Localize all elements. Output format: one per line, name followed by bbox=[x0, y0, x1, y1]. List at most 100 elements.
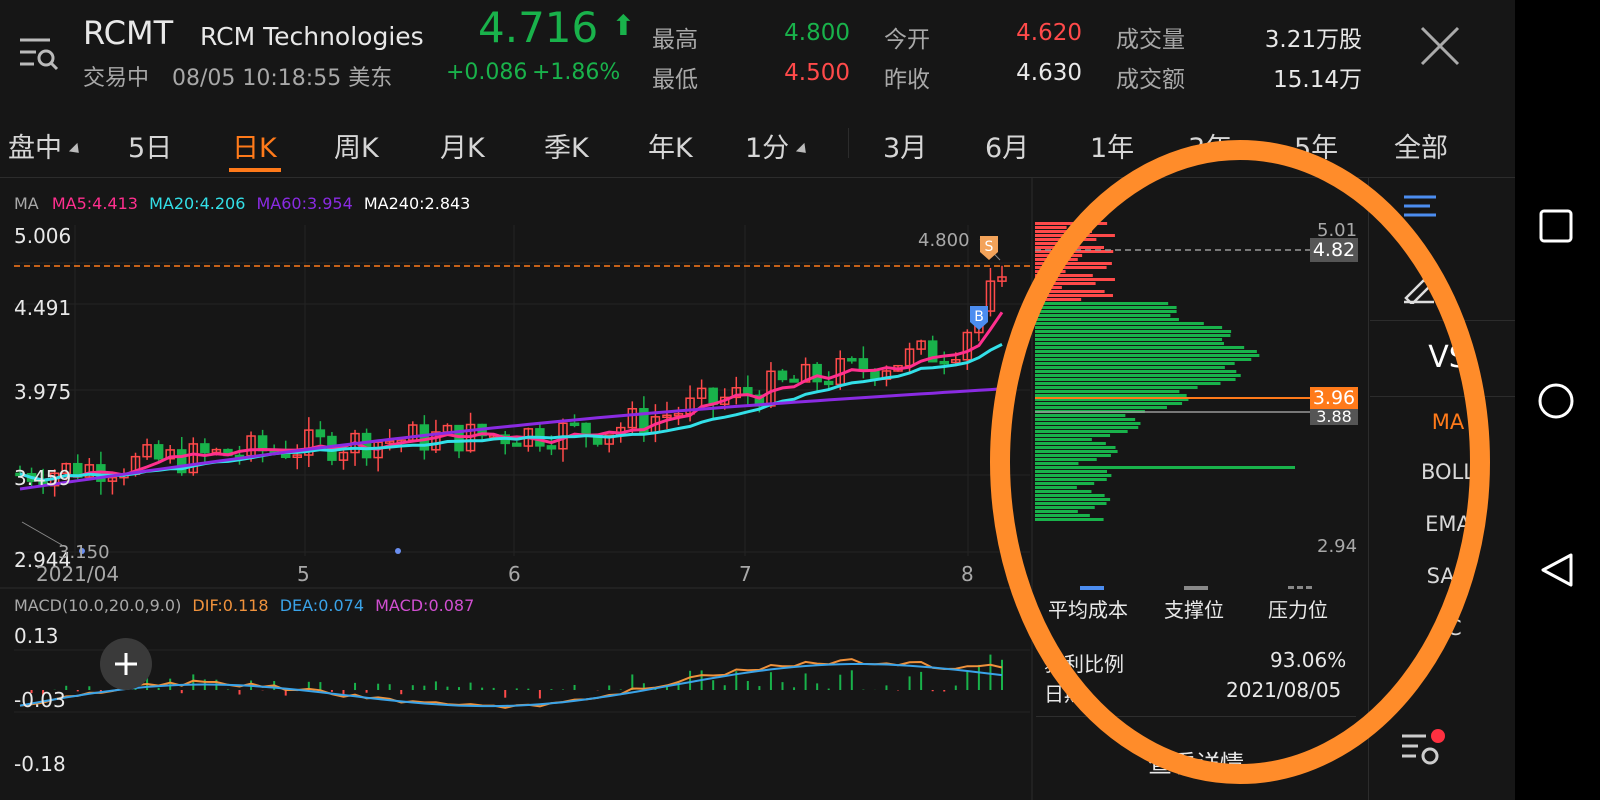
view-details-link[interactable]: 查看详情 bbox=[1148, 744, 1244, 779]
chip-bar bbox=[1035, 490, 1092, 493]
candle-body bbox=[512, 442, 522, 447]
chip-bar bbox=[1035, 358, 1252, 361]
event-dot bbox=[395, 548, 401, 554]
draw-pen-icon[interactable] bbox=[1402, 270, 1436, 306]
chip-bar bbox=[1035, 242, 1061, 245]
chip-bar bbox=[1035, 442, 1106, 445]
sidebar-item-ema[interactable]: EMA bbox=[1390, 512, 1506, 536]
chip-bar bbox=[1035, 238, 1097, 241]
macd-legend: MACD(10.0,20.0,9.0) DIF:0.118 DEA:0.074 … bbox=[14, 596, 474, 615]
list-style-icon[interactable] bbox=[1402, 192, 1438, 222]
chip-bar bbox=[1035, 446, 1116, 449]
chip-bar bbox=[1035, 422, 1141, 425]
ma240-legend: MA240:2.843 bbox=[363, 194, 471, 213]
ma-legend-label: MA bbox=[14, 194, 39, 213]
stock-app: RCMT RCM Technologies 交易中 08/05 10:18:55… bbox=[0, 0, 1515, 800]
macd-params: MACD(10.0,20.0,9.0) bbox=[14, 596, 182, 615]
chip-bar bbox=[1035, 310, 1177, 313]
chip-bar bbox=[1035, 406, 1167, 409]
candle-body bbox=[546, 445, 557, 450]
chip-bar bbox=[1035, 326, 1223, 329]
chips-legend-support-swatch bbox=[1184, 586, 1208, 590]
recents-icon[interactable] bbox=[1539, 209, 1573, 243]
sell-marker[interactable]: S bbox=[978, 234, 1000, 262]
chip-bar bbox=[1035, 342, 1224, 345]
chip-bar bbox=[1035, 318, 1179, 321]
chip-bar bbox=[1035, 266, 1107, 269]
chip-bar bbox=[1035, 462, 1079, 465]
date-axis-0: 2021/04 bbox=[36, 562, 120, 586]
pressure-price-tag: 4.82 bbox=[1310, 238, 1358, 262]
price-axis-3: 3.459 bbox=[14, 466, 72, 490]
chip-bar bbox=[1035, 394, 1187, 397]
chip-bar bbox=[1035, 514, 1090, 517]
dif-line bbox=[19, 658, 1003, 709]
chip-bar bbox=[1035, 230, 1092, 233]
candle-body bbox=[569, 422, 580, 427]
sidebar-item-kc[interactable]: KC bbox=[1390, 616, 1506, 640]
chip-bar bbox=[1035, 366, 1225, 369]
chip-bar bbox=[1035, 494, 1105, 497]
support-price-tag: 3.88 bbox=[1310, 409, 1358, 425]
chip-bar bbox=[1035, 438, 1092, 441]
macd-axis-0: 0.13 bbox=[14, 624, 59, 648]
chips-detail-divider bbox=[1036, 716, 1356, 717]
chip-bar bbox=[1035, 450, 1118, 453]
chip-bar bbox=[1035, 246, 1105, 249]
chip-bar bbox=[1035, 234, 1115, 237]
sidebar-item-sar[interactable]: SAR bbox=[1390, 564, 1506, 588]
chip-bar bbox=[1035, 226, 1067, 229]
sidebar-item-ma[interactable]: MA bbox=[1390, 410, 1506, 434]
buy-marker-text: B bbox=[974, 309, 984, 325]
home-icon[interactable] bbox=[1537, 382, 1575, 420]
date-axis-4: 8 bbox=[961, 562, 974, 586]
chip-bar bbox=[1035, 382, 1221, 385]
chip-bar bbox=[1035, 338, 1223, 341]
add-indicator-button[interactable] bbox=[100, 638, 152, 690]
chip-bar bbox=[1035, 270, 1066, 273]
candle-body bbox=[315, 429, 326, 438]
profit-ratio-label: 获利比例 bbox=[1044, 652, 1124, 676]
macd-value-legend: MACD:0.087 bbox=[375, 596, 475, 615]
sidebar-item-vs[interactable]: VS bbox=[1390, 340, 1506, 375]
chip-bar bbox=[1035, 294, 1113, 297]
candle-body bbox=[153, 444, 164, 460]
date-axis-1: 5 bbox=[297, 562, 310, 586]
chip-bar bbox=[1035, 362, 1235, 365]
chip-bar bbox=[1035, 354, 1260, 357]
chip-bar bbox=[1035, 346, 1245, 349]
dea-line bbox=[19, 663, 1003, 708]
chip-bar bbox=[1035, 470, 1107, 473]
chip-bar bbox=[1035, 258, 1078, 261]
candle-body bbox=[858, 358, 869, 372]
chips-legend-avg: 平均成本 bbox=[1048, 598, 1128, 622]
chip-bar bbox=[1035, 434, 1111, 437]
chip-bar bbox=[1035, 454, 1111, 457]
chip-bar bbox=[1035, 378, 1236, 381]
chip-bar bbox=[1035, 414, 1126, 417]
sidebar-item-boll[interactable]: BOLL bbox=[1390, 460, 1506, 484]
chip-bar bbox=[1035, 306, 1177, 309]
chips-date-label: 日期 bbox=[1044, 682, 1084, 706]
chip-bar bbox=[1035, 510, 1078, 513]
chip-bar bbox=[1035, 274, 1093, 277]
price-axis-1: 4.491 bbox=[14, 296, 72, 320]
chips-legend-support: 支撑位 bbox=[1164, 598, 1224, 622]
chip-bar bbox=[1035, 374, 1241, 377]
chip-bar bbox=[1035, 334, 1231, 337]
chip-bar bbox=[1035, 286, 1062, 289]
buy-marker[interactable]: B bbox=[968, 304, 990, 332]
candle-body bbox=[847, 358, 857, 362]
ma60-legend: MA60:3.954 bbox=[256, 194, 353, 213]
chips-date-value: 2021/08/05 bbox=[1226, 678, 1342, 702]
chips-legend-avg-swatch bbox=[1080, 586, 1104, 590]
candle-body bbox=[789, 378, 799, 383]
candle-body bbox=[200, 443, 210, 454]
chip-bar bbox=[1035, 502, 1107, 505]
chips-legend-pressure: 压力位 bbox=[1268, 598, 1328, 622]
ma5-legend: MA5:4.413 bbox=[51, 194, 138, 213]
chip-bar bbox=[1035, 390, 1180, 393]
back-icon[interactable] bbox=[1539, 552, 1575, 588]
chips-bottom-price: 2.94 bbox=[1317, 536, 1358, 557]
indicator-settings-icon[interactable] bbox=[1400, 728, 1446, 768]
